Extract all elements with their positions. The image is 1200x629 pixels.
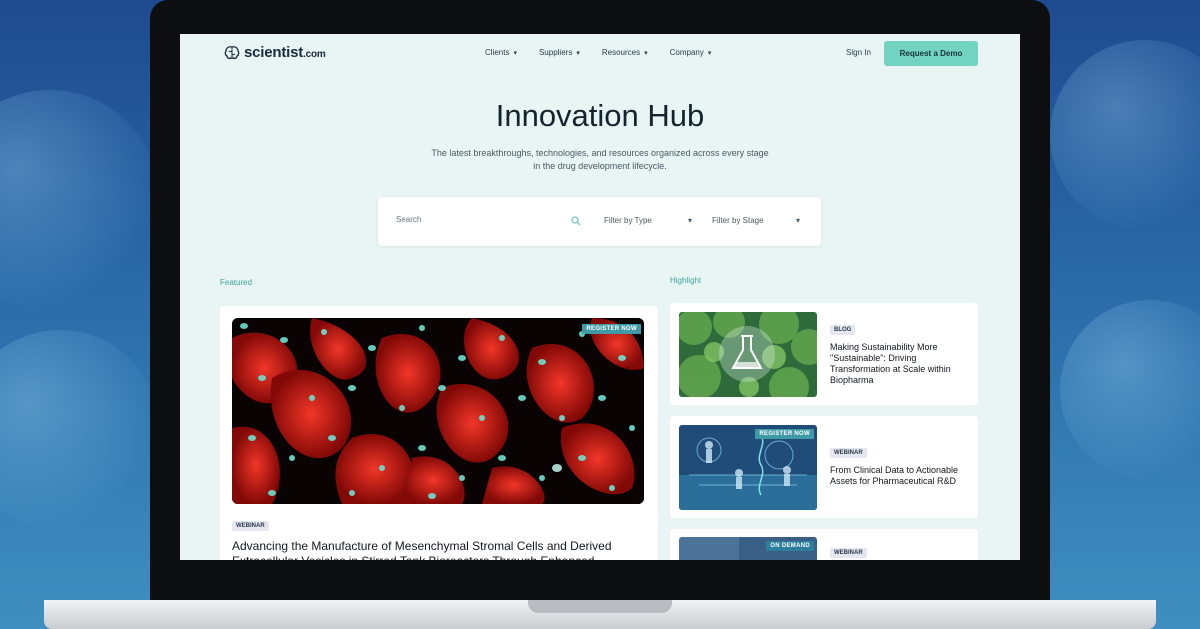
top-nav: scientist.com Clients ▾ Suppliers ▾ Resour… (180, 34, 1020, 72)
search-bar: Filter by Type ▾ Filter by Stage ▾ (378, 197, 821, 246)
on-demand-badge: ON DEMAND (766, 541, 814, 551)
featured-image: REGISTER NOW (232, 318, 644, 504)
menu-item-label: Suppliers (538, 48, 573, 57)
cell-microscopy-image (232, 318, 644, 504)
browser-viewport: scientist.com Clients ▾ Suppliers ▾ Resour… (180, 34, 1020, 560)
content-type-tag: WEBINAR (232, 521, 269, 531)
sign-in-link[interactable]: Sign In (846, 48, 871, 57)
menu-item-label: Company (669, 48, 704, 57)
request-demo-button[interactable]: Request a Demo (884, 41, 978, 66)
search-input[interactable] (396, 215, 566, 224)
highlight-card[interactable]: REGISTER NOW WEBINAR From Clinical Data … (670, 416, 978, 518)
background-bubble (0, 330, 160, 530)
content-type-tag: WEBINAR (830, 548, 867, 558)
register-now-badge: REGISTER NOW (582, 324, 641, 334)
content-type-tag: WEBINAR (830, 448, 867, 458)
highlight-image (679, 312, 817, 397)
menu-item-company[interactable]: Company ▾ (670, 48, 712, 57)
filter-type-label: Filter by Type (604, 216, 652, 225)
filter-by-type-select[interactable]: Filter by Type ▾ (604, 216, 692, 225)
chevron-down-icon: ▾ (687, 216, 692, 225)
search-icon[interactable] (571, 216, 581, 226)
filter-stage-label: Filter by Stage (712, 216, 764, 225)
menu-item-clients[interactable]: Clients ▾ (485, 48, 517, 57)
highlight-section-label: Highlight (670, 276, 702, 285)
background-bubble (1050, 40, 1200, 230)
laptop-notch (528, 600, 672, 613)
highlight-card[interactable]: ON DEMAND WEBINAR (670, 529, 978, 560)
background-bubble (0, 90, 160, 310)
featured-title[interactable]: Advancing the Manufacture of Mesenchymal… (232, 539, 652, 560)
featured-card[interactable]: REGISTER NOW WEBINAR Advancing the Manuf… (220, 306, 658, 560)
highlight-title: Making Sustainability More "Sustainable"… (830, 342, 951, 385)
menu-item-label: Resources (601, 48, 641, 57)
chevron-down-icon: ▾ (576, 49, 580, 57)
brain-logo-icon (224, 45, 240, 59)
chevron-down-icon: ▾ (644, 49, 648, 57)
menu-item-resources[interactable]: Resources ▾ (602, 48, 648, 57)
highlight-image: ON DEMAND (679, 537, 817, 560)
chevron-down-icon: ▾ (707, 49, 712, 57)
featured-section-label: Featured (220, 278, 253, 287)
page-subtitle: The latest breakthroughs, technologies, … (431, 148, 769, 171)
register-now-badge: REGISTER NOW (755, 429, 814, 439)
page-title: Innovation Hub (495, 98, 705, 133)
highlight-image: REGISTER NOW (679, 425, 817, 510)
brand-name: scientist.com (244, 44, 326, 61)
highlight-title: From Clinical Data to Actionable Assets … (830, 465, 959, 486)
menu-item-label: Clients (485, 48, 510, 57)
main-menu: Clients ▾ Suppliers ▾ Resources ▾ Company ▾ (485, 48, 711, 57)
sustainability-flask-image (679, 312, 817, 397)
content-type-tag: BLOG (830, 325, 856, 335)
brand-logo[interactable]: scientist.com (224, 44, 326, 61)
background-bubble (1060, 300, 1200, 480)
chevron-down-icon: ▾ (795, 216, 800, 225)
highlight-card[interactable]: BLOG Making Sustainability More "Sustain… (670, 303, 978, 405)
chevron-down-icon: ▾ (513, 49, 517, 57)
filter-by-stage-select[interactable]: Filter by Stage ▾ (712, 216, 800, 225)
menu-item-suppliers[interactable]: Suppliers ▾ (539, 48, 580, 57)
